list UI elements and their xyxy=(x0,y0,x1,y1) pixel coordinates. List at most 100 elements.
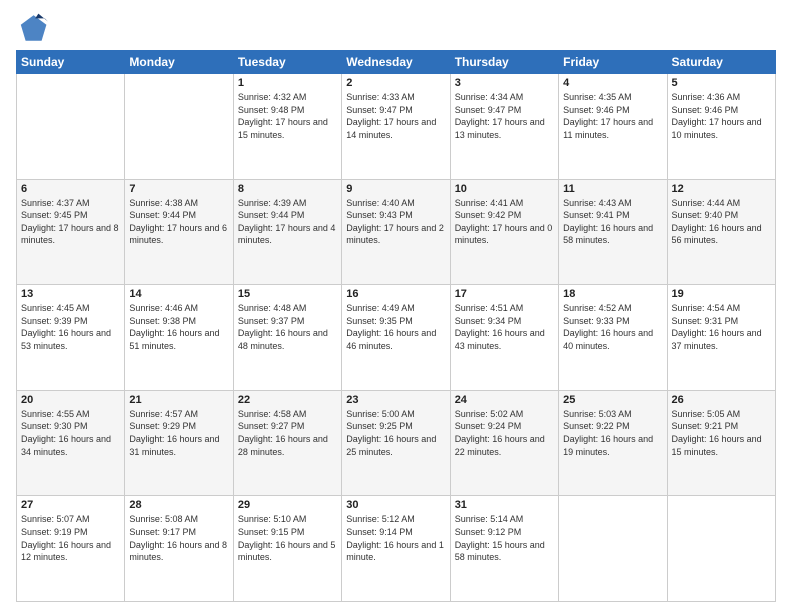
calendar: SundayMondayTuesdayWednesdayThursdayFrid… xyxy=(16,50,776,602)
day-number: 16 xyxy=(346,288,445,300)
calendar-cell: 1 Sunrise: 4:32 AM Sunset: 9:48 PM Daylig… xyxy=(233,74,341,180)
calendar-cell: 18Sunrise: 4:52 AM Sunset: 9:33 PM Dayli… xyxy=(559,285,667,391)
calendar-cell: 17 Sunrise: 4:51 AM Sunset: 9:34 PM Dayli… xyxy=(450,285,558,391)
calendar-cell xyxy=(125,74,233,180)
day-number: 21 xyxy=(129,394,228,406)
calendar-cell: 11 Sunrise: 4:43 AM Sunset: 9:41 PM Dayli… xyxy=(559,179,667,285)
day-info: Sunrise: 5:03 AM Sunset: 9:22 PM Dayligh… xyxy=(563,408,662,458)
day-number: 4 xyxy=(563,77,662,89)
day-info: Sunrise: 4:48 AM Sunset: 9:37 PM Dayligh… xyxy=(238,302,337,352)
day-info: Sunrise: 5:07 AM Sunset: 9:19 PM Dayligh… xyxy=(21,513,120,563)
calendar-cell: 8 Sunrise: 4:39 AM Sunset: 9:44 PM Daylig… xyxy=(233,179,341,285)
day-number: 28 xyxy=(129,499,228,511)
calendar-cell xyxy=(17,74,125,180)
day-info: Sunrise: 4:57 AM Sunset: 9:29 PM Dayligh… xyxy=(129,408,228,458)
calendar-header-row: SundayMondayTuesdayWednesdayThursdayFrid… xyxy=(17,51,776,74)
day-info: Sunrise: 4:49 AM Sunset: 9:35 PM Dayligh… xyxy=(346,302,445,352)
calendar-day-header: Thursday xyxy=(450,51,558,74)
calendar-cell: 30 Sunrise: 5:12 AM Sunset: 9:14 PM Dayli… xyxy=(342,496,450,602)
day-number: 29 xyxy=(238,499,337,511)
header xyxy=(16,12,776,44)
day-info: Sunrise: 4:43 AM Sunset: 9:41 PM Dayligh… xyxy=(563,197,662,247)
day-number: 8 xyxy=(238,183,337,195)
page: SundayMondayTuesdayWednesdayThursdayFrid… xyxy=(0,0,792,612)
calendar-cell: 26 Sunrise: 5:05 AM Sunset: 9:21 PM Dayli… xyxy=(667,390,775,496)
calendar-cell: 4 Sunrise: 4:35 AM Sunset: 9:46 PM Daylig… xyxy=(559,74,667,180)
calendar-week-row: 27 Sunrise: 5:07 AM Sunset: 9:19 PM Dayli… xyxy=(17,496,776,602)
day-info: Sunrise: 4:54 AM Sunset: 9:31 PM Dayligh… xyxy=(672,302,771,352)
day-info: Sunrise: 5:10 AM Sunset: 9:15 PM Dayligh… xyxy=(238,513,337,563)
calendar-week-row: 13Sunrise: 4:45 AM Sunset: 9:39 PM Dayli… xyxy=(17,285,776,391)
day-number: 17 xyxy=(455,288,554,300)
calendar-week-row: 1 Sunrise: 4:32 AM Sunset: 9:48 PM Daylig… xyxy=(17,74,776,180)
day-number: 24 xyxy=(455,394,554,406)
calendar-cell: 16 Sunrise: 4:49 AM Sunset: 9:35 PM Dayli… xyxy=(342,285,450,391)
day-number: 2 xyxy=(346,77,445,89)
calendar-cell: 19 Sunrise: 4:54 AM Sunset: 9:31 PM Dayli… xyxy=(667,285,775,391)
calendar-week-row: 20 Sunrise: 4:55 AM Sunset: 9:30 PM Dayli… xyxy=(17,390,776,496)
calendar-cell: 5 Sunrise: 4:36 AM Sunset: 9:46 PM Daylig… xyxy=(667,74,775,180)
day-info: Sunrise: 4:36 AM Sunset: 9:46 PM Dayligh… xyxy=(672,91,771,141)
day-number: 19 xyxy=(672,288,771,300)
day-number: 26 xyxy=(672,394,771,406)
logo xyxy=(16,12,52,44)
day-info: Sunrise: 4:38 AM Sunset: 9:44 PM Dayligh… xyxy=(129,197,228,247)
calendar-cell: 21 Sunrise: 4:57 AM Sunset: 9:29 PM Dayli… xyxy=(125,390,233,496)
day-info: Sunrise: 4:52 AM Sunset: 9:33 PM Dayligh… xyxy=(563,302,662,352)
day-info: Sunrise: 4:35 AM Sunset: 9:46 PM Dayligh… xyxy=(563,91,662,141)
day-number: 7 xyxy=(129,183,228,195)
calendar-cell: 3Sunrise: 4:34 AM Sunset: 9:47 PM Daylig… xyxy=(450,74,558,180)
day-info: Sunrise: 5:08 AM Sunset: 9:17 PM Dayligh… xyxy=(129,513,228,563)
day-number: 20 xyxy=(21,394,120,406)
calendar-cell xyxy=(559,496,667,602)
calendar-cell: 22Sunrise: 4:58 AM Sunset: 9:27 PM Dayli… xyxy=(233,390,341,496)
calendar-cell: 23Sunrise: 5:00 AM Sunset: 9:25 PM Dayli… xyxy=(342,390,450,496)
day-info: Sunrise: 5:05 AM Sunset: 9:21 PM Dayligh… xyxy=(672,408,771,458)
calendar-day-header: Tuesday xyxy=(233,51,341,74)
logo-icon xyxy=(16,12,48,44)
day-info: Sunrise: 4:46 AM Sunset: 9:38 PM Dayligh… xyxy=(129,302,228,352)
day-info: Sunrise: 4:58 AM Sunset: 9:27 PM Dayligh… xyxy=(238,408,337,458)
day-info: Sunrise: 5:02 AM Sunset: 9:24 PM Dayligh… xyxy=(455,408,554,458)
calendar-cell: 24 Sunrise: 5:02 AM Sunset: 9:24 PM Dayli… xyxy=(450,390,558,496)
day-number: 30 xyxy=(346,499,445,511)
calendar-cell: 9Sunrise: 4:40 AM Sunset: 9:43 PM Daylig… xyxy=(342,179,450,285)
day-info: Sunrise: 4:32 AM Sunset: 9:48 PM Dayligh… xyxy=(238,91,337,141)
day-number: 31 xyxy=(455,499,554,511)
calendar-day-header: Monday xyxy=(125,51,233,74)
calendar-week-row: 6Sunrise: 4:37 AM Sunset: 9:45 PM Daylig… xyxy=(17,179,776,285)
day-info: Sunrise: 5:00 AM Sunset: 9:25 PM Dayligh… xyxy=(346,408,445,458)
day-number: 15 xyxy=(238,288,337,300)
day-info: Sunrise: 4:40 AM Sunset: 9:43 PM Dayligh… xyxy=(346,197,445,247)
day-number: 3 xyxy=(455,77,554,89)
calendar-cell: 20 Sunrise: 4:55 AM Sunset: 9:30 PM Dayli… xyxy=(17,390,125,496)
day-number: 11 xyxy=(563,183,662,195)
day-number: 5 xyxy=(672,77,771,89)
calendar-cell: 2Sunrise: 4:33 AM Sunset: 9:47 PM Daylig… xyxy=(342,74,450,180)
day-info: Sunrise: 4:41 AM Sunset: 9:42 PM Dayligh… xyxy=(455,197,554,247)
calendar-day-header: Wednesday xyxy=(342,51,450,74)
calendar-cell: 31 Sunrise: 5:14 AM Sunset: 9:12 PM Dayli… xyxy=(450,496,558,602)
day-number: 25 xyxy=(563,394,662,406)
calendar-cell: 7 Sunrise: 4:38 AM Sunset: 9:44 PM Daylig… xyxy=(125,179,233,285)
day-number: 27 xyxy=(21,499,120,511)
calendar-cell: 28 Sunrise: 5:08 AM Sunset: 9:17 PM Dayli… xyxy=(125,496,233,602)
calendar-cell: 14 Sunrise: 4:46 AM Sunset: 9:38 PM Dayli… xyxy=(125,285,233,391)
calendar-day-header: Sunday xyxy=(17,51,125,74)
day-info: Sunrise: 5:14 AM Sunset: 9:12 PM Dayligh… xyxy=(455,513,554,563)
calendar-cell: 27 Sunrise: 5:07 AM Sunset: 9:19 PM Dayli… xyxy=(17,496,125,602)
day-number: 14 xyxy=(129,288,228,300)
day-number: 12 xyxy=(672,183,771,195)
day-info: Sunrise: 4:51 AM Sunset: 9:34 PM Dayligh… xyxy=(455,302,554,352)
day-number: 10 xyxy=(455,183,554,195)
day-number: 13 xyxy=(21,288,120,300)
day-info: Sunrise: 4:37 AM Sunset: 9:45 PM Dayligh… xyxy=(21,197,120,247)
day-info: Sunrise: 4:55 AM Sunset: 9:30 PM Dayligh… xyxy=(21,408,120,458)
calendar-cell: 10 Sunrise: 4:41 AM Sunset: 9:42 PM Dayli… xyxy=(450,179,558,285)
calendar-cell: 25 Sunrise: 5:03 AM Sunset: 9:22 PM Dayli… xyxy=(559,390,667,496)
calendar-cell: 15 Sunrise: 4:48 AM Sunset: 9:37 PM Dayli… xyxy=(233,285,341,391)
calendar-cell: 13Sunrise: 4:45 AM Sunset: 9:39 PM Dayli… xyxy=(17,285,125,391)
day-info: Sunrise: 5:12 AM Sunset: 9:14 PM Dayligh… xyxy=(346,513,445,563)
day-number: 1 xyxy=(238,77,337,89)
day-info: Sunrise: 4:39 AM Sunset: 9:44 PM Dayligh… xyxy=(238,197,337,247)
